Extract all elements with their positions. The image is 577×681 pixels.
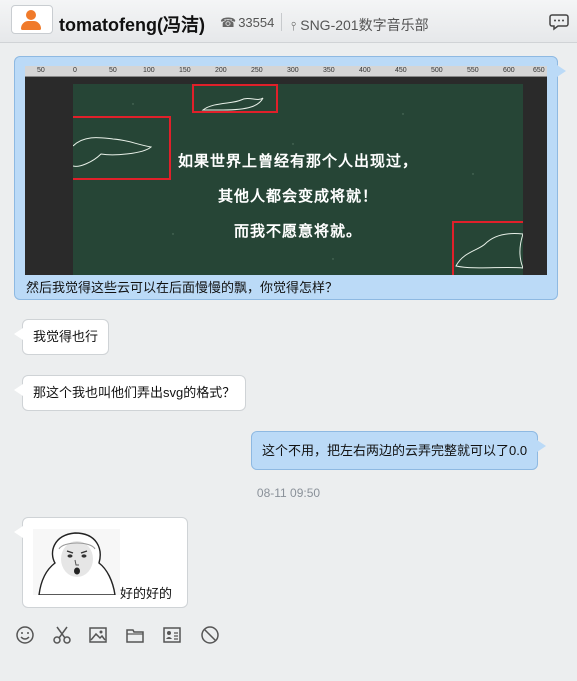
ruler-tick: 500 [431,67,443,74]
block-icon[interactable] [200,625,220,645]
department: ⫯ SNG-201数字音乐部 [291,15,429,35]
chat-bubble-icon[interactable] [549,12,569,32]
message-text: 这个不用，把左右两边的云弄完整就可以了0.0 [262,443,528,458]
message-bubble-incoming[interactable]: 那这个我也叫他们弄出svg的格式？ [14,375,247,411]
message-timestamp: 08-11 09:50 [256,486,321,500]
ruler-tick: 450 [395,67,407,74]
avatar-head [26,10,36,20]
message-bubble-incoming[interactable]: 好的好的 [14,517,188,608]
ruler-tick: 600 [503,67,515,74]
contact-card-icon[interactable] [162,625,182,645]
cloud-illustrations [73,84,523,275]
contact-name[interactable]: tomatofeng(冯洁) [59,11,205,37]
image-icon[interactable] [88,625,108,645]
message-text: 然后我觉得这些云可以在后面慢慢的飘，你觉得怎样？ [26,280,339,295]
screenshot-image[interactable]: 50 0 50 100 150 200 250 300 350 400 450 … [25,66,547,275]
ruler-tick: 550 [467,67,479,74]
ruler-tick: 650 [533,67,545,74]
message-bubble-incoming[interactable]: 我觉得也行 [14,319,110,355]
ruler-tick: 0 [73,67,77,74]
chalkboard-background: 如果世界上曾经有那个人出现过， 其他人都会变成将就！ 而我不愿意将就。 [73,84,523,275]
message-bubble-outgoing[interactable]: 这个不用，把左右两边的云弄完整就可以了0.0 [251,431,547,470]
ruler-tick: 50 [37,67,45,74]
ruler-tick: 250 [251,67,263,74]
bubble-tail [537,440,547,452]
phone-extension: ☎ 33554 [220,15,274,31]
emoji-icon[interactable] [15,625,35,645]
message-bubble-outgoing[interactable]: 50 0 50 100 150 200 250 300 350 400 450 … [14,56,566,300]
design-ruler: 50 0 50 100 150 200 250 300 350 400 450 … [25,66,547,77]
message-text: 那这个我也叫他们弄出svg的格式？ [33,385,236,400]
bubble-tail [14,526,23,538]
bubble-tail [14,384,23,396]
input-toolbar [0,618,577,652]
ruler-tick: 200 [215,67,227,74]
folder-icon[interactable] [125,625,145,645]
bubble-tail [557,65,566,77]
header-divider [281,13,282,31]
scissors-icon[interactable] [52,625,72,645]
org-chart-icon: ⫯ [291,19,297,33]
message-text: 我觉得也行 [33,329,99,344]
bubble-tail [14,328,23,340]
cloud-top [201,97,264,111]
phone-icon: ☎ [220,15,237,30]
chat-header: tomatofeng(冯洁) ☎ 33554 ⫯ SNG-201数字音乐部 [0,0,577,43]
ruler-tick: 150 [179,67,191,74]
message-text: 好的好的 [120,586,173,601]
ruler-tick: 350 [323,67,335,74]
avatar-icon[interactable] [11,5,53,34]
quote-line-3: 而我不愿意将就。 [233,223,362,240]
ruler-tick: 100 [143,67,155,74]
ruler-tick: 300 [287,67,299,74]
ruler-tick: 400 [359,67,371,74]
face-meme-sticker[interactable] [33,529,120,595]
quote-line-2: 其他人都会变成将就！ [217,188,378,205]
phone-extension-value: 33554 [238,15,275,30]
quote-line-1: 如果世界上曾经有那个人出现过， [177,153,418,170]
avatar-body [21,21,41,30]
ruler-tick: 50 [109,67,117,74]
department-value: SNG-201数字音乐部 [300,17,429,33]
